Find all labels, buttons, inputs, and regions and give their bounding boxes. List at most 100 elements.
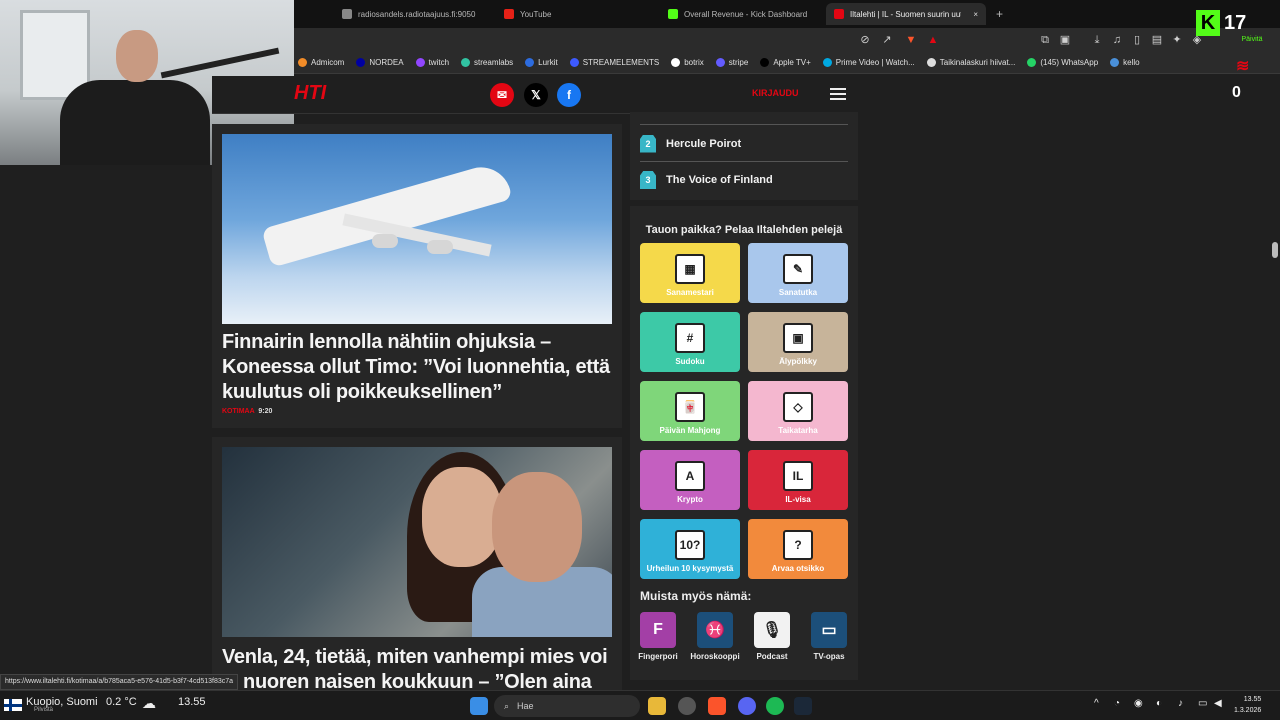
facebook-share-icon[interactable]: f xyxy=(557,83,581,107)
sidebar-icon[interactable]: ▯ xyxy=(1130,33,1144,47)
tray-icon[interactable]: ◉ xyxy=(1134,698,1143,709)
bookmark-favicon-icon xyxy=(760,58,770,67)
shortcut-tile[interactable]: ▭ TV-opas xyxy=(807,612,851,661)
brave-shields-icon[interactable]: ▼ xyxy=(904,33,918,47)
game-tile[interactable]: ▣ Älypölkky xyxy=(748,312,848,372)
bookmark-item[interactable]: NORDEA xyxy=(356,58,404,67)
bookmark-label: Prime Video | Watch... xyxy=(835,58,915,67)
bookmark-label: (145) WhatsApp xyxy=(1040,58,1099,67)
new-tab-button[interactable]: + xyxy=(988,3,1011,25)
share-icon[interactable]: ↗ xyxy=(880,33,894,47)
article-title[interactable]: Venla, 24, tietää, miten vanhempi mies v… xyxy=(222,645,622,695)
discord-icon[interactable] xyxy=(738,697,756,715)
bookmark-item[interactable]: Admicom xyxy=(298,58,344,67)
tab-youtube[interactable]: YouTube xyxy=(496,3,646,25)
file-explorer-icon[interactable] xyxy=(648,697,666,715)
tab-kick-dashboard[interactable]: Overall Revenue - Kick Dashboard xyxy=(660,3,818,25)
network-icon[interactable]: ▭ xyxy=(1198,698,1207,709)
bookmark-favicon-icon xyxy=(569,58,579,67)
brave-browser-icon[interactable] xyxy=(708,697,726,715)
game-tile[interactable]: A Krypto xyxy=(640,450,740,510)
games-section: Tauon paikka? Pelaa Iltalehden pelejä ▦ S… xyxy=(630,206,858,680)
game-label: Krypto xyxy=(677,495,703,504)
list-item[interactable]: 2 Hercule Poirot xyxy=(640,126,848,162)
block-tracking-icon[interactable]: ⊘ xyxy=(858,33,872,47)
list-item[interactable]: 3 The Voice of Finland xyxy=(640,162,848,198)
tab-iltalehti[interactable]: Iltalehti | IL - Suomen suurin uut × xyxy=(826,3,986,25)
game-label: Sanamestari xyxy=(666,288,714,297)
bookmark-item[interactable]: Prime Video | Watch... xyxy=(822,58,915,67)
close-tab-icon[interactable]: × xyxy=(973,10,978,19)
article-category[interactable]: KOTIMAA xyxy=(222,408,254,415)
system-clock[interactable]: 13.55 1.3.2026 xyxy=(1234,694,1261,716)
game-label: Älypölkky xyxy=(779,357,817,366)
spotify-icon[interactable] xyxy=(766,697,784,715)
hamburger-menu-icon[interactable] xyxy=(830,88,846,100)
article-card[interactable]: Finnairin lennolla nähtiin ohjuksia – Ko… xyxy=(212,124,622,428)
game-tile[interactable]: ? Arvaa otsikko xyxy=(748,519,848,579)
bookmark-item[interactable]: Lurkit xyxy=(525,58,558,67)
shortcut-tile[interactable]: F Fingerpori xyxy=(636,612,680,661)
volume-icon[interactable]: ◀ xyxy=(1214,698,1222,709)
bookmark-item[interactable]: botrix xyxy=(671,58,704,67)
bookmark-item[interactable]: (145) WhatsApp xyxy=(1027,58,1098,67)
article-title[interactable]: Finnairin lennolla nähtiin ohjuksia – Ko… xyxy=(222,330,622,405)
game-tile[interactable]: ✎ Sanatutka xyxy=(748,243,848,303)
game-tile[interactable]: 10? Urheilun 10 kysymystä xyxy=(640,519,740,579)
weather-temperature[interactable]: 0.2 °C xyxy=(106,696,137,708)
tab-radiosandels[interactable]: radiosandels.radiotaajuus.fi:9050 xyxy=(334,3,484,25)
scrollbar-thumb[interactable] xyxy=(1272,242,1278,258)
article-card[interactable]: Venla, 24, tietää, miten vanhempi mies v… xyxy=(212,437,622,693)
email-share-icon[interactable]: ✉ xyxy=(490,83,514,107)
tray-icon[interactable]: ◔ xyxy=(1114,698,1120,709)
game-label: Urheilun 10 kysymystä xyxy=(646,564,734,573)
game-tile[interactable]: IL IL-visa xyxy=(748,450,848,510)
weather-condition: Pilvistä xyxy=(34,707,54,713)
site-logo[interactable]: HTI xyxy=(294,82,326,105)
taskbar-search[interactable]: ⌕ Hae xyxy=(494,695,640,717)
bookmark-item[interactable]: kello xyxy=(1110,58,1140,67)
wallet-icon[interactable]: ▤ xyxy=(1150,33,1164,47)
game-tile[interactable]: ◇ Taikatarha xyxy=(748,381,848,441)
game-tile[interactable]: ▦ Sanamestari xyxy=(640,243,740,303)
login-link[interactable]: KIRJAUDU xyxy=(752,88,799,98)
game-tile[interactable]: 🀄 Päivän Mahjong xyxy=(640,381,740,441)
cloud-icon: ☁ xyxy=(142,695,156,711)
leo-icon[interactable]: ✦ xyxy=(1170,33,1184,47)
shortcut-tile[interactable]: ♓ Horoskooppi xyxy=(690,612,740,661)
bookmark-item[interactable]: Taikinalaskuri hiivat... xyxy=(926,58,1015,67)
site-header: HTI ✉ 𝕏 f KIRJAUDU xyxy=(212,76,858,114)
search-placeholder: Hae xyxy=(517,701,534,711)
screenshot-icon[interactable]: ▣ xyxy=(1058,33,1072,47)
article-image-couple[interactable] xyxy=(222,447,612,637)
steam-icon[interactable] xyxy=(794,697,812,715)
shortcut-tile[interactable]: 🎙 Podcast xyxy=(750,612,794,661)
no-signal-icon: ≋ xyxy=(1236,58,1250,75)
music-icon[interactable]: ♫ xyxy=(1110,33,1124,47)
app-icon[interactable] xyxy=(678,697,696,715)
game-tile[interactable]: # Sudoku xyxy=(640,312,740,372)
bookmark-label: kello xyxy=(1123,58,1140,67)
list-item-label: The Voice of Finland xyxy=(666,174,773,186)
bookmark-item[interactable]: twitch xyxy=(415,58,449,67)
windows-taskbar: Kuopio, Suomi Pilvistä 0.2 °C ☁ 13.55 ⌕ … xyxy=(0,690,1280,720)
bookmark-item[interactable]: Apple TV+ xyxy=(760,58,811,67)
bookmark-label: streamlabs xyxy=(474,58,514,67)
page-scrollbar[interactable] xyxy=(1270,76,1280,686)
microphone-icon[interactable]: ♪ xyxy=(1178,698,1183,709)
bookmark-item[interactable]: streamlabs xyxy=(461,58,513,67)
bookmark-item[interactable]: STREAMELEMENTS xyxy=(569,58,659,67)
bookmark-item[interactable]: stripe xyxy=(715,58,748,67)
start-icon[interactable] xyxy=(470,697,488,715)
rewards-icon[interactable]: ▲ xyxy=(926,33,940,47)
bookmark-label: Apple TV+ xyxy=(773,58,811,67)
rank-badge: 2 xyxy=(640,134,656,153)
x-share-icon[interactable]: 𝕏 xyxy=(524,83,548,107)
game-label: Arvaa otsikko xyxy=(771,564,825,573)
article-image-airplane[interactable] xyxy=(222,134,612,324)
tray-chevron-icon[interactable]: ^ xyxy=(1094,698,1099,709)
tray-icon[interactable]: ◐ xyxy=(1156,698,1162,709)
shortcut-icon: F xyxy=(640,612,676,648)
download-icon[interactable]: ⤓ xyxy=(1090,33,1104,47)
extension-icon[interactable]: ⧉ xyxy=(1038,33,1052,47)
